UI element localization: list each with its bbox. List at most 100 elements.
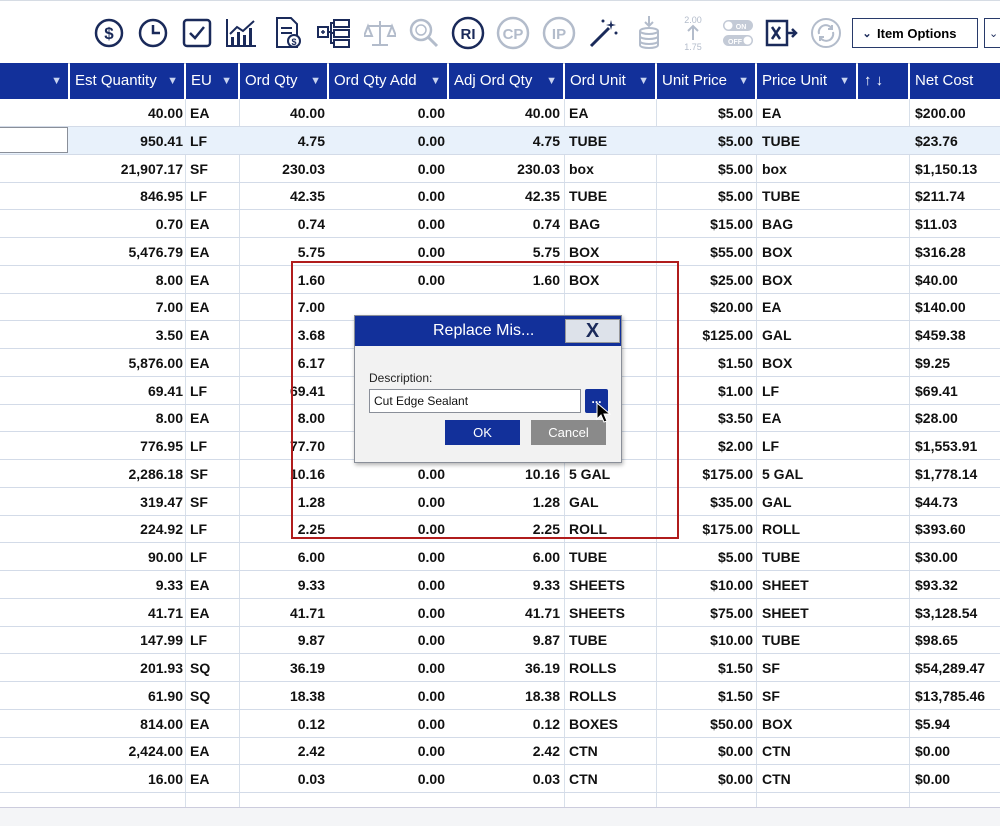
cell-punit: ROLL — [762, 521, 801, 538]
table-row[interactable]: 90.00 LF 6.00 0.00 6.00 TUBE $5.00 TUBE $30.00 — [0, 543, 1000, 571]
cell-eu: SQ — [190, 687, 211, 704]
filter-icon[interactable]: ▼ — [839, 63, 850, 99]
cell-price: $1.50 — [717, 660, 753, 676]
column-header-sort[interactable]: ↑ ↓ — [858, 63, 908, 99]
table-row[interactable]: 846.95 LF 42.35 0.00 42.35 TUBE $5.00 TUBE $211.… — [0, 182, 1000, 211]
table-row[interactable]: 61.90 SQ 18.38 0.00 18.38 ROLLS $1.50 SF $13,785… — [0, 682, 1000, 710]
column-header-eu[interactable]: EU ▼ — [186, 63, 238, 99]
search-money-icon — [405, 13, 443, 53]
cell-unit: EA — [569, 105, 589, 121]
sort-arrows-icon[interactable]: ↑ ↓ — [864, 72, 883, 89]
cell-punit: SF — [762, 687, 780, 704]
column-header-price-unit[interactable]: Price Unit ▼ — [757, 63, 856, 99]
refresh-icon — [807, 13, 845, 53]
cell-net: $93.32 — [915, 576, 958, 593]
stack-down-icon — [630, 13, 668, 53]
filter-icon[interactable]: ▼ — [430, 63, 441, 99]
table-row[interactable]: 40.00 EA 40.00 0.00 40.00 EA $5.00 EA $200.00 — [0, 99, 1000, 127]
cell-net: $393.60 — [915, 521, 966, 538]
item-options-dropdown[interactable]: ⌄ Item Options — [852, 18, 978, 48]
cell-add: 0.00 — [417, 660, 445, 676]
table-row[interactable]: 9.33 EA 9.33 0.00 9.33 SHEETS $10.00 SHEET $93.3… — [0, 571, 1000, 599]
clock-icon[interactable] — [134, 13, 172, 53]
table-row[interactable]: 21,907.17 SF 230.03 0.00 230.03 box $5.00 box $1… — [0, 155, 1000, 183]
cell-est: 5,876.00 — [128, 354, 184, 371]
column-header-est-quantity[interactable]: Est Quantity ▼ — [70, 63, 184, 99]
filter-icon[interactable]: ▼ — [167, 63, 178, 99]
table-row[interactable]: 950.41 LF 4.75 0.00 4.75 TUBE $5.00 TUBE $23.76 — [0, 126, 1000, 155]
table-row[interactable]: 814.00 EA 0.12 0.00 0.12 BOXES $50.00 BOX $5.94 — [0, 710, 1000, 738]
cell-adj: 9.87 — [532, 632, 560, 649]
cell-net: $44.73 — [915, 493, 958, 510]
table-row[interactable]: 147.99 LF 9.87 0.00 9.87 TUBE $10.00 TUBE $98.65 — [0, 626, 1000, 655]
column-header-unit-price[interactable]: Unit Price ▼ — [657, 63, 755, 99]
filter-icon[interactable]: ▼ — [638, 63, 649, 99]
cell-ordqty: 9.33 — [297, 576, 325, 593]
filter-icon[interactable]: ▼ — [51, 63, 62, 99]
column-header-net-cost[interactable]: Net Cost — [910, 63, 1000, 99]
column-label: EU — [191, 72, 212, 89]
column-header-adj-ord-qty[interactable]: Adj Ord Qty ▼ — [449, 63, 563, 99]
cell-punit: 5 GAL — [762, 465, 804, 482]
cell-net: $5.94 — [915, 715, 951, 732]
cell-add: 0.00 — [417, 771, 445, 787]
cell-add: 0.00 — [417, 576, 445, 593]
cell-price: $5.00 — [717, 105, 753, 121]
table-row[interactable]: 2,424.00 EA 2.42 0.00 2.42 CTN $0.00 CTN $0.00 — [0, 737, 1000, 766]
secondary-dropdown[interactable]: ⌄ — [984, 18, 1000, 48]
magic-wand-icon[interactable] — [584, 13, 622, 53]
dollar-icon[interactable]: $ — [90, 13, 128, 53]
column-header-ord-qty[interactable]: Ord Qty ▼ — [240, 63, 327, 99]
cp-label: CP — [503, 26, 524, 43]
filter-icon[interactable]: ▼ — [546, 63, 557, 99]
cell-net: $28.00 — [915, 410, 958, 427]
cell-ordqty: 2.42 — [297, 743, 325, 760]
filter-icon[interactable]: ▼ — [738, 63, 749, 99]
cell-net: $140.00 — [915, 299, 966, 316]
cell-est: 9.33 — [155, 576, 183, 593]
cell-net: $40.00 — [915, 271, 958, 288]
filter-icon[interactable]: ▼ — [221, 63, 232, 99]
invoice-icon[interactable]: $ — [269, 13, 307, 53]
cell-net: $23.76 — [915, 132, 958, 149]
cell-add: 0.00 — [417, 687, 445, 704]
cancel-button[interactable]: Cancel — [531, 420, 606, 445]
column-header-hidden[interactable]: ▼ — [0, 63, 68, 99]
cell-eu: SF — [190, 493, 208, 510]
cell-net: $98.65 — [915, 632, 958, 649]
table-row[interactable]: 201.93 SQ 36.19 0.00 36.19 ROLLS $1.50 SF $54,28… — [0, 654, 1000, 682]
table-row[interactable]: 41.71 EA 41.71 0.00 41.71 SHEETS $75.00 SHEET $3… — [0, 599, 1000, 627]
table-row[interactable]: 0.70 EA 0.74 0.00 0.74 BAG $15.00 BAG $11.03 — [0, 210, 1000, 238]
cell-ordqty: 40.00 — [289, 105, 325, 121]
chart-icon[interactable] — [222, 13, 260, 53]
horizontal-scrollbar[interactable] — [0, 807, 1000, 826]
tree-icon[interactable] — [315, 13, 353, 53]
filter-icon[interactable]: ▼ — [310, 63, 321, 99]
cell-eu: EA — [190, 771, 210, 787]
column-header-ord-qty-add[interactable]: Ord Qty Add ▼ — [329, 63, 447, 99]
cell-add: 0.00 — [417, 216, 445, 232]
toggle-on-label: ON — [736, 24, 747, 31]
description-input[interactable] — [369, 389, 581, 413]
cell-net: $3,128.54 — [915, 604, 978, 621]
column-label: Unit Price — [662, 72, 728, 89]
table-row[interactable]: 16.00 EA 0.03 0.00 0.03 CTN $0.00 CTN $0.00 — [0, 765, 1000, 793]
cell-eu: SF — [190, 160, 208, 177]
ri-icon[interactable]: RI — [449, 13, 487, 53]
column-header-ord-unit[interactable]: Ord Unit ▼ — [565, 63, 655, 99]
excel-export-icon[interactable] — [763, 13, 801, 53]
ip-label: IP — [552, 26, 566, 43]
cell-net: $1,553.91 — [915, 438, 978, 454]
cell-eu: EA — [190, 604, 210, 621]
close-button[interactable]: X — [565, 319, 620, 343]
checkbox-icon[interactable] — [178, 13, 216, 53]
ok-button[interactable]: OK — [445, 420, 520, 445]
cell-punit: EA — [762, 105, 782, 121]
cell-adj: 0.03 — [532, 771, 560, 787]
cell-price: $10.00 — [710, 576, 753, 593]
cell-price: $175.00 — [702, 465, 753, 482]
row-selector-cell[interactable] — [0, 126, 68, 153]
cell-adj: 0.74 — [532, 216, 560, 232]
cell-unit: TUBE — [569, 632, 608, 649]
cell-est: 319.47 — [140, 493, 183, 510]
